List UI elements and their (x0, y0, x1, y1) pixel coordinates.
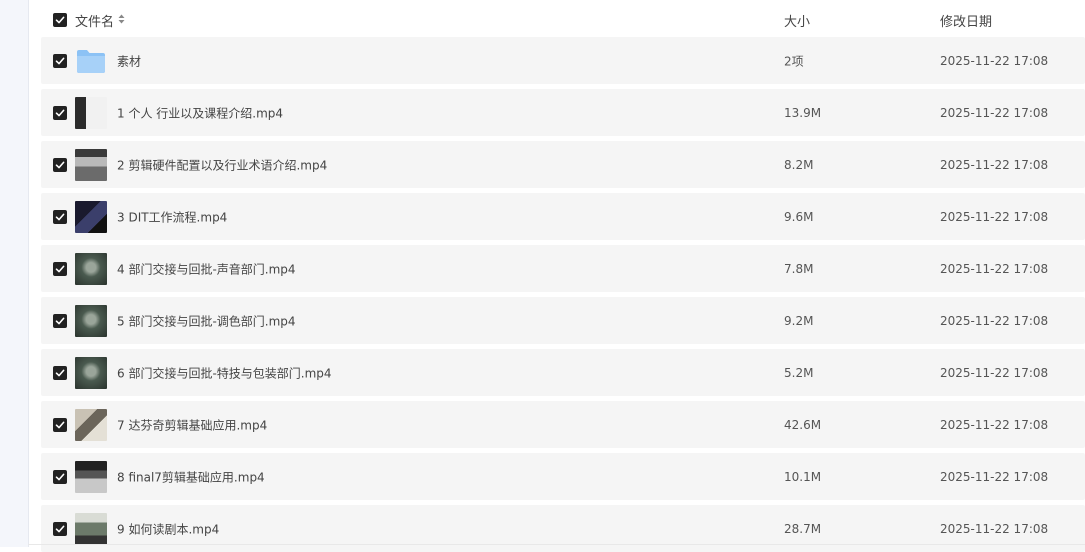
file-size: 28.7M (784, 521, 822, 536)
row-checkbox[interactable] (53, 209, 67, 224)
video-thumbnail (75, 512, 107, 545)
file-list: 文件名 大小 修改日期 素材 2项 2025-11-22 17:08 1 个人 行业以… (41, 0, 1085, 552)
modified-date: 2025-11-22 17:08 (940, 261, 1049, 276)
row-checkbox[interactable] (53, 105, 67, 120)
file-row[interactable]: 2 剪辑硬件配置以及行业术语介绍.mp4 8.2M 2025-11-22 17:08 (41, 141, 1085, 188)
left-sidebar-rail (0, 0, 29, 547)
video-thumbnail (75, 96, 107, 129)
row-checkbox[interactable] (53, 53, 67, 68)
file-size: 9.2M (784, 313, 814, 328)
row-checkbox[interactable] (53, 313, 67, 328)
file-name[interactable]: 8 final7剪辑基础应用.mp4 (117, 468, 265, 485)
modified-date: 2025-11-22 17:08 (940, 209, 1049, 224)
row-checkbox[interactable] (53, 157, 67, 172)
date-column-header[interactable]: 修改日期 (940, 11, 992, 30)
file-size: 9.6M (784, 209, 814, 224)
name-column-label: 文件名 (75, 14, 115, 30)
modified-date: 2025-11-22 17:08 (940, 157, 1049, 172)
folder-row[interactable]: 素材 2项 2025-11-22 17:08 (41, 37, 1085, 84)
file-name[interactable]: 3 DIT工作流程.mp4 (117, 208, 227, 225)
file-name[interactable]: 7 达芬奇剪辑基础应用.mp4 (117, 416, 267, 433)
file-name[interactable]: 1 个人 行业以及课程介绍.mp4 (117, 104, 283, 121)
file-row[interactable]: 6 部门交接与回批-特技与包装部门.mp4 5.2M 2025-11-22 17:0… (41, 349, 1085, 396)
video-thumbnail (75, 408, 107, 441)
name-column-header[interactable]: 文件名 (75, 11, 125, 30)
file-row[interactable]: 5 部门交接与回批-调色部门.mp4 9.2M 2025-11-22 17:08 (41, 297, 1085, 344)
file-name[interactable]: 4 部门交接与回批-声音部门.mp4 (117, 260, 296, 277)
modified-date: 2025-11-22 17:08 (940, 521, 1049, 536)
file-list-header: 文件名 大小 修改日期 (41, 0, 1085, 40)
sort-icon[interactable] (118, 13, 125, 28)
row-checkbox[interactable] (53, 365, 67, 380)
file-size: 13.9M (784, 105, 822, 120)
file-row[interactable]: 3 DIT工作流程.mp4 9.6M 2025-11-22 17:08 (41, 193, 1085, 240)
file-name[interactable]: 素材 (117, 52, 141, 69)
row-checkbox[interactable] (53, 521, 67, 536)
file-size: 42.6M (784, 417, 822, 432)
file-size: 7.8M (784, 261, 814, 276)
video-thumbnail (75, 252, 107, 285)
video-thumbnail (75, 460, 107, 493)
file-row[interactable]: 8 final7剪辑基础应用.mp4 10.1M 2025-11-22 17:08 (41, 453, 1085, 500)
file-name[interactable]: 5 部门交接与回批-调色部门.mp4 (117, 312, 296, 329)
video-thumbnail (75, 304, 107, 337)
divider (28, 544, 1085, 545)
modified-date: 2025-11-22 17:08 (940, 365, 1049, 380)
file-size: 10.1M (784, 469, 822, 484)
file-size: 8.2M (784, 157, 814, 172)
size-column-header[interactable]: 大小 (784, 11, 810, 30)
file-size: 2项 (784, 54, 804, 68)
video-thumbnail (75, 148, 107, 181)
file-row[interactable]: 7 达芬奇剪辑基础应用.mp4 42.6M 2025-11-22 17:08 (41, 401, 1085, 448)
modified-date: 2025-11-22 17:08 (940, 53, 1049, 68)
select-all-checkbox[interactable] (53, 13, 67, 27)
modified-date: 2025-11-22 17:08 (940, 313, 1049, 328)
modified-date: 2025-11-22 17:08 (940, 417, 1049, 432)
file-name[interactable]: 2 剪辑硬件配置以及行业术语介绍.mp4 (117, 156, 327, 173)
row-checkbox[interactable] (53, 469, 67, 484)
folder-icon (75, 45, 107, 77)
file-size: 5.2M (784, 365, 814, 380)
row-checkbox[interactable] (53, 417, 67, 432)
file-name[interactable]: 6 部门交接与回批-特技与包装部门.mp4 (117, 364, 332, 381)
video-thumbnail (75, 356, 107, 389)
modified-date: 2025-11-22 17:08 (940, 469, 1049, 484)
file-name[interactable]: 9 如何读剧本.mp4 (117, 520, 219, 537)
row-checkbox[interactable] (53, 261, 67, 276)
file-row[interactable]: 1 个人 行业以及课程介绍.mp4 13.9M 2025-11-22 17:08 (41, 89, 1085, 136)
file-row[interactable]: 4 部门交接与回批-声音部门.mp4 7.8M 2025-11-22 17:08 (41, 245, 1085, 292)
modified-date: 2025-11-22 17:08 (940, 105, 1049, 120)
video-thumbnail (75, 200, 107, 233)
